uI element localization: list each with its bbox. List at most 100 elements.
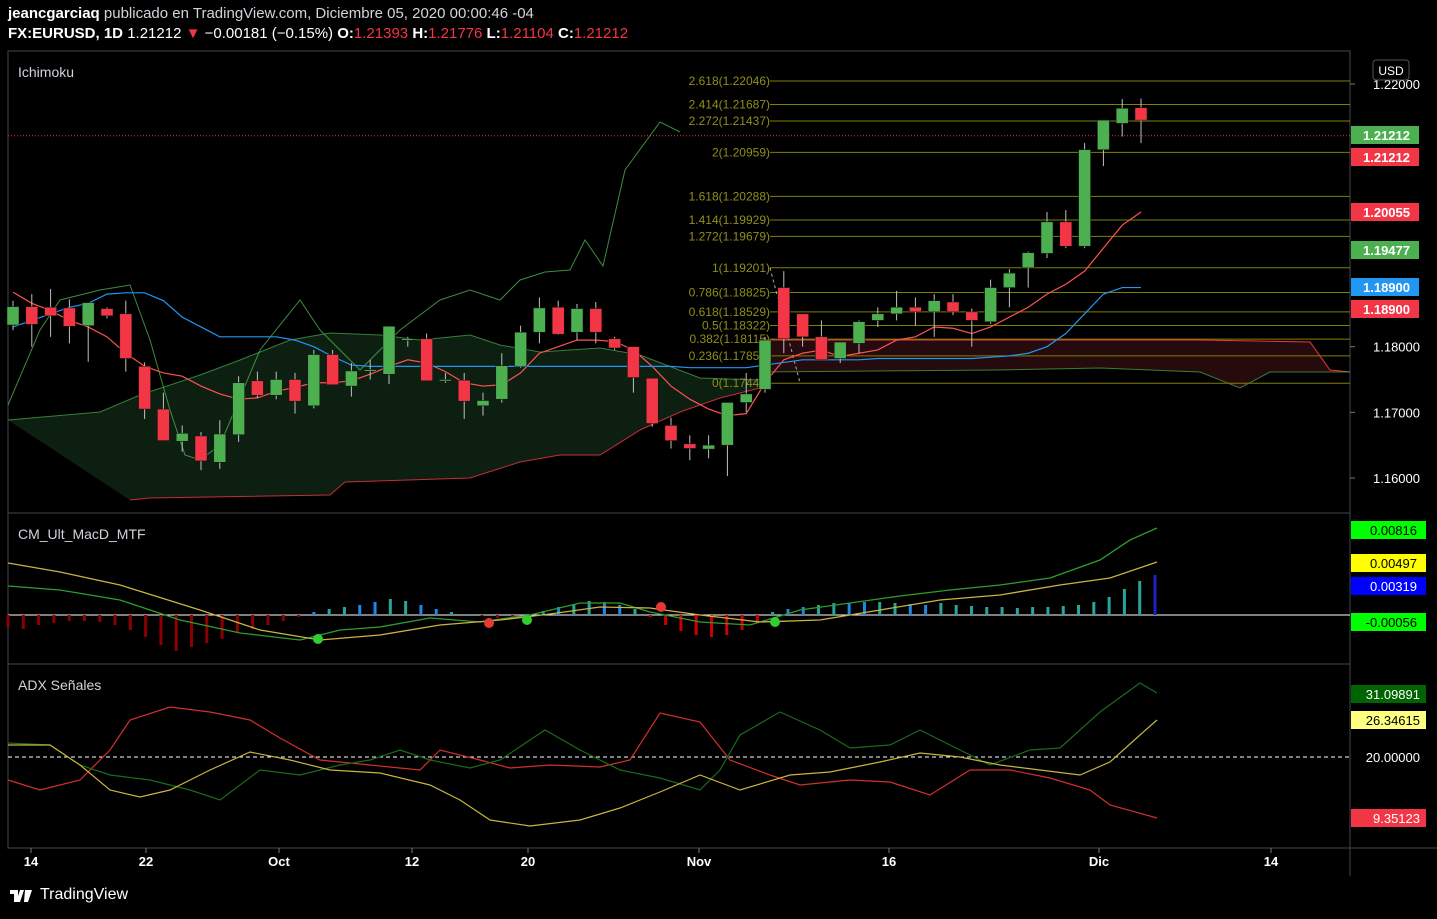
fib-level-label: 2(1.20959) bbox=[712, 145, 770, 159]
time-tick-label: 22 bbox=[139, 854, 153, 869]
macd-histogram-bar bbox=[419, 605, 423, 615]
macd-histogram-bar bbox=[1138, 581, 1142, 615]
candle-body bbox=[570, 308, 584, 333]
macd-histogram-bar bbox=[1015, 608, 1019, 615]
adx-pane bbox=[7, 682, 1350, 827]
candle-body bbox=[1097, 119, 1110, 150]
candle-body bbox=[984, 287, 997, 322]
adx-line bbox=[8, 719, 1158, 827]
time-tick-label: Nov bbox=[687, 854, 712, 869]
fib-level-label: 0.5(1.18322) bbox=[702, 319, 770, 333]
price-tag-label: 1.21212 bbox=[1363, 128, 1410, 143]
tradingview-logo[interactable]: TradingView bbox=[8, 886, 128, 904]
candle-body bbox=[1021, 252, 1035, 269]
macd-histogram-bar bbox=[480, 615, 484, 616]
macd-histogram-bar bbox=[327, 609, 331, 615]
brand-name: TradingView bbox=[40, 886, 129, 903]
macd-histogram-bar bbox=[664, 615, 668, 625]
macd-histogram-bar bbox=[1077, 605, 1081, 615]
fib-level-label: 2.618(1.22046) bbox=[689, 74, 770, 88]
candle-body bbox=[81, 302, 95, 326]
candle-body bbox=[269, 379, 283, 396]
macd-histogram-bar bbox=[648, 615, 652, 617]
candle-body bbox=[6, 306, 20, 326]
macd-histogram-bar bbox=[709, 615, 713, 637]
macd-histogram-bar bbox=[190, 615, 194, 647]
macd-histogram-bar bbox=[174, 615, 178, 651]
macd-histogram-bar bbox=[128, 615, 132, 630]
macd-histogram-bar bbox=[1046, 607, 1050, 615]
candle-body bbox=[401, 338, 415, 341]
macd-histogram-bar bbox=[1031, 607, 1035, 615]
macd-histogram-bar bbox=[98, 615, 102, 622]
macd-value-label: 0.00319 bbox=[1370, 579, 1417, 594]
candle-body bbox=[909, 307, 922, 313]
candle-body bbox=[1059, 221, 1073, 247]
candle-body bbox=[551, 307, 565, 335]
macd-histogram-bar bbox=[847, 603, 851, 615]
macd-histogram-bar bbox=[893, 603, 897, 615]
candle-body bbox=[739, 393, 753, 403]
fib-level-label: 1.414(1.19929) bbox=[689, 213, 770, 227]
candle-body bbox=[852, 321, 866, 344]
macd-histogram-bar bbox=[37, 615, 41, 625]
candle-body bbox=[213, 433, 227, 463]
candle-body bbox=[307, 354, 321, 407]
ichimoku-cloud bbox=[7, 121, 1351, 501]
time-axis[interactable]: 14 22 Oct 12 20 Nov 16 Dic 14 bbox=[24, 848, 1279, 869]
price-tick-label: 1.17000 bbox=[1373, 405, 1420, 420]
macd-histogram-bar bbox=[985, 607, 989, 615]
macd-histogram-bar bbox=[144, 615, 148, 637]
fib-level-label: 2.414(1.21687) bbox=[689, 98, 770, 112]
candle-body bbox=[25, 306, 39, 325]
macd-cross-dot bbox=[656, 602, 666, 612]
macd-histogram-bar bbox=[924, 605, 928, 615]
macd-histogram-bar bbox=[969, 606, 973, 615]
chart-canvas[interactable]: 2.618(1.22046) 2.414(1.21687) 2.272(1.2143… bbox=[0, 0, 1437, 919]
candle-body bbox=[1115, 108, 1129, 124]
candle-body bbox=[345, 370, 358, 387]
candle-body bbox=[796, 313, 809, 338]
macd-histogram-bar bbox=[404, 601, 408, 615]
candle-body bbox=[251, 380, 264, 396]
fib-level-label: 0.618(1.18529) bbox=[689, 305, 770, 319]
candle-body bbox=[965, 311, 979, 321]
macd-histogram-bar bbox=[388, 599, 392, 615]
time-tick-label: 14 bbox=[24, 854, 39, 869]
candle-body bbox=[382, 326, 396, 375]
macd-histogram-bar bbox=[602, 602, 606, 615]
candle-body bbox=[63, 307, 76, 327]
adx-value-label: 26.34615 bbox=[1366, 713, 1420, 728]
macd-histogram-bar bbox=[1153, 575, 1157, 615]
candle-body bbox=[138, 366, 151, 410]
candle-body bbox=[533, 307, 546, 333]
candle-body bbox=[514, 331, 527, 367]
candle-body bbox=[232, 382, 245, 435]
candle-body bbox=[495, 365, 509, 400]
adx-value-label: 31.09891 bbox=[1366, 687, 1420, 702]
macd-histogram-bar bbox=[633, 609, 637, 615]
fib-level-label: 0.786(1.18825) bbox=[689, 285, 770, 299]
fib-level-label: 2.272(1.21437) bbox=[689, 114, 770, 128]
macd-histogram-bar bbox=[113, 615, 117, 625]
macd-histogram-bar bbox=[220, 615, 224, 639]
price-axis[interactable]: 1.220001.180001.170001.160001.212121.212… bbox=[1350, 77, 1426, 827]
price-tag-label: 1.18900 bbox=[1363, 302, 1410, 317]
macd-histogram-bar bbox=[6, 615, 10, 627]
fib-level-label: 1.618(1.20288) bbox=[689, 189, 770, 203]
macd-histogram-bar bbox=[358, 605, 362, 615]
macd-histogram-bar bbox=[52, 615, 56, 623]
macd-histogram-bar bbox=[618, 605, 622, 615]
candle-body bbox=[1003, 272, 1016, 288]
macd-histogram-bar bbox=[817, 605, 821, 615]
candle-body bbox=[758, 339, 772, 390]
candle-body bbox=[890, 307, 903, 315]
macd-histogram-bar bbox=[1107, 597, 1111, 615]
candle-body bbox=[777, 287, 791, 340]
candle-body bbox=[815, 336, 828, 361]
macd-histogram-bar bbox=[495, 615, 499, 618]
candle-body bbox=[457, 379, 471, 402]
candle-body bbox=[1078, 149, 1091, 247]
macd-histogram-bar bbox=[266, 615, 270, 625]
macd-histogram-bar bbox=[297, 615, 301, 617]
